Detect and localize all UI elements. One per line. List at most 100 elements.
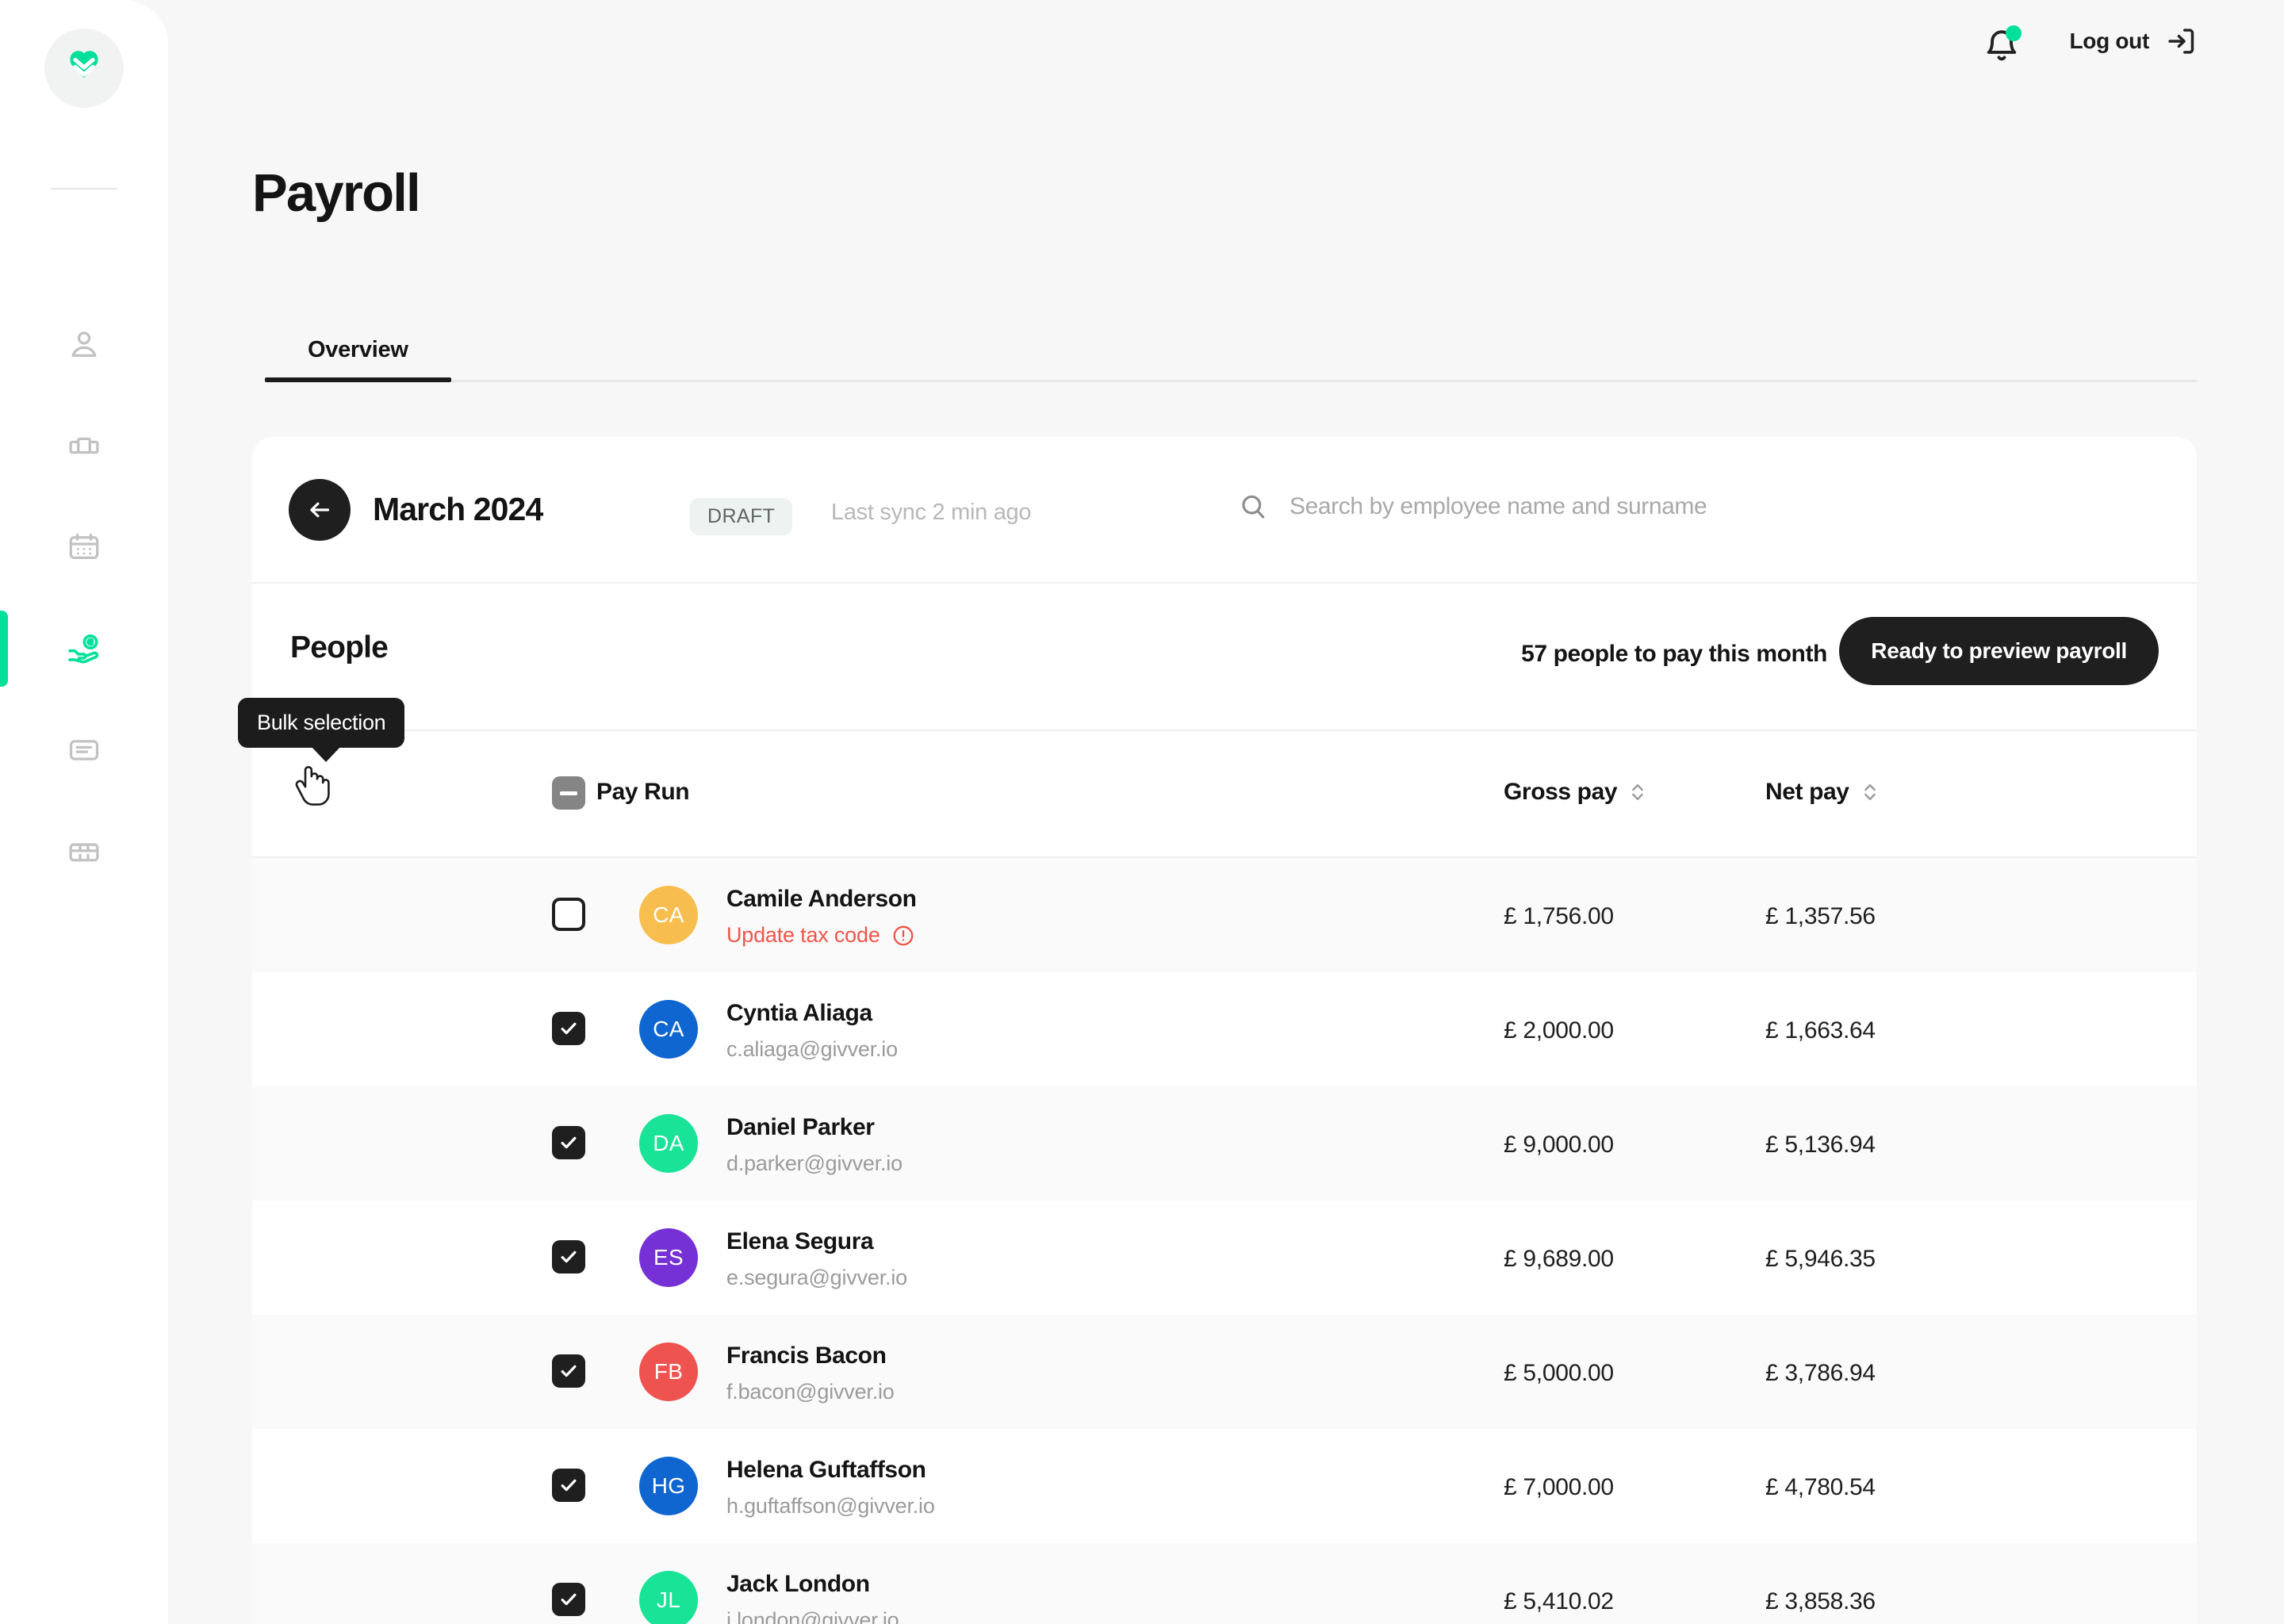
- back-button[interactable]: [289, 479, 351, 541]
- bulk-selection-tooltip: Bulk selection: [238, 698, 405, 762]
- net-pay-value: £ 1,663.64: [1765, 1017, 1876, 1044]
- sidebar-nav: [0, 293, 168, 902]
- gross-pay-value: £ 1,756.00: [1504, 903, 1614, 929]
- net-pay-value: £ 3,786.94: [1765, 1360, 1876, 1386]
- employee-name: Cyntia Aliaga: [726, 1000, 872, 1026]
- employee-email: j.london@givver.io: [726, 1608, 899, 1624]
- app-logo[interactable]: [44, 29, 124, 108]
- sort-chevrons-icon: [1632, 783, 1643, 801]
- avatar: FB: [639, 1342, 698, 1401]
- person-icon: [71, 331, 97, 358]
- row-select-checkbox-box[interactable]: [552, 1240, 585, 1274]
- row-select-checkbox[interactable]: [552, 1469, 585, 1502]
- calendar-icon: [69, 533, 99, 560]
- gross-pay-value: £ 7,000.00: [1504, 1474, 1614, 1500]
- people-count-text: 57 people to pay this month: [1521, 641, 1827, 667]
- net-pay-value: £ 5,136.94: [1765, 1132, 1876, 1158]
- app-root: Log out Payroll Overview March 2024 DRAF…: [0, 0, 2284, 1624]
- employee-warning-label: Update tax code: [726, 923, 880, 947]
- table-row[interactable]: HG Helena Guftaffson h.guftaffson@givver.i…: [252, 1429, 2197, 1543]
- hand-coin-icon: [68, 634, 99, 664]
- payrun-month: March 2024: [373, 491, 543, 527]
- employee-name: Camile Anderson: [726, 886, 917, 912]
- sidebar-item-payroll[interactable]: [0, 598, 168, 699]
- notifications-button[interactable]: [1981, 24, 2022, 65]
- row-select-checkbox-box[interactable]: [552, 1126, 585, 1159]
- employee-email: c.aliaga@givver.io: [726, 1037, 898, 1061]
- alert-circle-icon: [893, 925, 914, 945]
- employee-name: Jack London: [726, 1571, 870, 1597]
- column-header-gross-pay[interactable]: Gross pay: [1504, 779, 1648, 806]
- table-row[interactable]: DA Daniel Parker d.parker@givver.io £ 9,000…: [252, 1086, 2197, 1201]
- row-select-checkbox[interactable]: [552, 1012, 585, 1045]
- employee-email: d.parker@givver.io: [726, 1151, 902, 1175]
- tab-bar-underline: [265, 380, 2197, 382]
- check-icon: [561, 1365, 577, 1377]
- net-pay-value: £ 5,946.35: [1765, 1246, 1876, 1272]
- logout-label: Log out: [2069, 29, 2149, 53]
- check-icon: [561, 1593, 577, 1606]
- column-header-payrun: Pay Run: [596, 779, 690, 805]
- avatar: JL: [639, 1571, 698, 1624]
- people-bar: People 57 people to pay this month Ready…: [252, 584, 2197, 731]
- column-header-net-pay[interactable]: Net pay: [1765, 779, 1880, 806]
- employee-email: e.segura@givver.io: [726, 1266, 907, 1289]
- row-select-checkbox-box[interactable]: [552, 898, 585, 931]
- sidebar-item-benefits[interactable]: [0, 801, 168, 902]
- search-icon[interactable]: [1237, 491, 1269, 523]
- payroll-card: March 2024 DRAFT Last sync 2 min ago Peo…: [252, 437, 2197, 1624]
- payrun-header: March 2024 DRAFT Last sync 2 min ago: [252, 437, 2197, 584]
- tab-bar: Overview: [265, 320, 2197, 382]
- sidebar-item-documents[interactable]: [0, 699, 168, 801]
- row-select-checkbox[interactable]: [552, 1126, 585, 1159]
- gross-pay-value: £ 2,000.00: [1504, 1017, 1614, 1044]
- sidebar-item-people[interactable]: [0, 293, 168, 395]
- employee-name: Francis Bacon: [726, 1342, 887, 1369]
- table-row[interactable]: CA Camile Anderson Update tax code £ 1,756.…: [252, 858, 2197, 972]
- select-all-checkbox-box[interactable]: [552, 776, 585, 810]
- logout-arrow-icon: [2168, 29, 2194, 54]
- check-icon: [561, 1479, 577, 1492]
- benefits-box-icon: [69, 843, 99, 862]
- employee-email: h.guftaffson@givver.io: [726, 1494, 935, 1518]
- row-select-checkbox-box[interactable]: [552, 1469, 585, 1502]
- ready-to-preview-payroll-button[interactable]: Ready to preview payroll: [1839, 617, 2159, 685]
- avatar: HG: [639, 1457, 698, 1515]
- gross-pay-value: £ 9,689.00: [1504, 1246, 1614, 1272]
- indeterminate-dash-icon: [560, 791, 577, 795]
- row-select-checkbox[interactable]: [552, 1240, 585, 1274]
- employee-name: Helena Guftaffson: [726, 1457, 926, 1483]
- table-row[interactable]: FB Francis Bacon f.bacon@givver.io £ 5,000.…: [252, 1315, 2197, 1429]
- row-select-checkbox-box[interactable]: [552, 1354, 585, 1388]
- employee-warning[interactable]: Update tax code: [726, 923, 915, 948]
- top-bar: Log out: [168, 0, 2284, 87]
- notification-badge-dot: [2006, 25, 2021, 41]
- select-all-checkbox[interactable]: [552, 776, 585, 810]
- table-row[interactable]: ES Elena Segura e.segura@givver.io £ 9,689.…: [252, 1201, 2197, 1315]
- sidebar: [0, 0, 168, 1624]
- table-header: Pay Run Gross pay Net pay: [252, 731, 2197, 858]
- sidebar-item-calendar[interactable]: [0, 496, 168, 598]
- row-select-checkbox[interactable]: [552, 1354, 585, 1388]
- row-select-checkbox[interactable]: [552, 1583, 585, 1616]
- gross-pay-value: £ 5,000.00: [1504, 1360, 1614, 1386]
- check-icon: [561, 1022, 577, 1035]
- search-input[interactable]: [1290, 493, 2154, 520]
- row-select-checkbox[interactable]: [552, 898, 585, 931]
- avatar: ES: [639, 1228, 698, 1287]
- net-pay-value: £ 3,858.36: [1765, 1588, 1876, 1614]
- avatar: DA: [639, 1114, 698, 1173]
- table-row[interactable]: JL Jack London j.london@givver.io £ 5,410.0…: [252, 1543, 2197, 1624]
- sidebar-item-company[interactable]: [0, 395, 168, 496]
- last-sync-text: Last sync 2 min ago: [831, 500, 1032, 525]
- sidebar-divider: [51, 188, 117, 190]
- row-select-checkbox-box[interactable]: [552, 1583, 585, 1616]
- row-select-checkbox-box[interactable]: [552, 1012, 585, 1045]
- employee-table-body: CA Camile Anderson Update tax code £ 1,756.…: [252, 858, 2197, 1624]
- logout-button[interactable]: Log out: [2069, 24, 2198, 59]
- document-icon: [69, 740, 99, 760]
- tab-overview[interactable]: Overview: [265, 337, 451, 382]
- table-row[interactable]: CA Cyntia Aliaga c.aliaga@givver.io £ 2,000…: [252, 972, 2197, 1086]
- search-box: [1237, 491, 2157, 523]
- check-icon: [561, 1251, 577, 1263]
